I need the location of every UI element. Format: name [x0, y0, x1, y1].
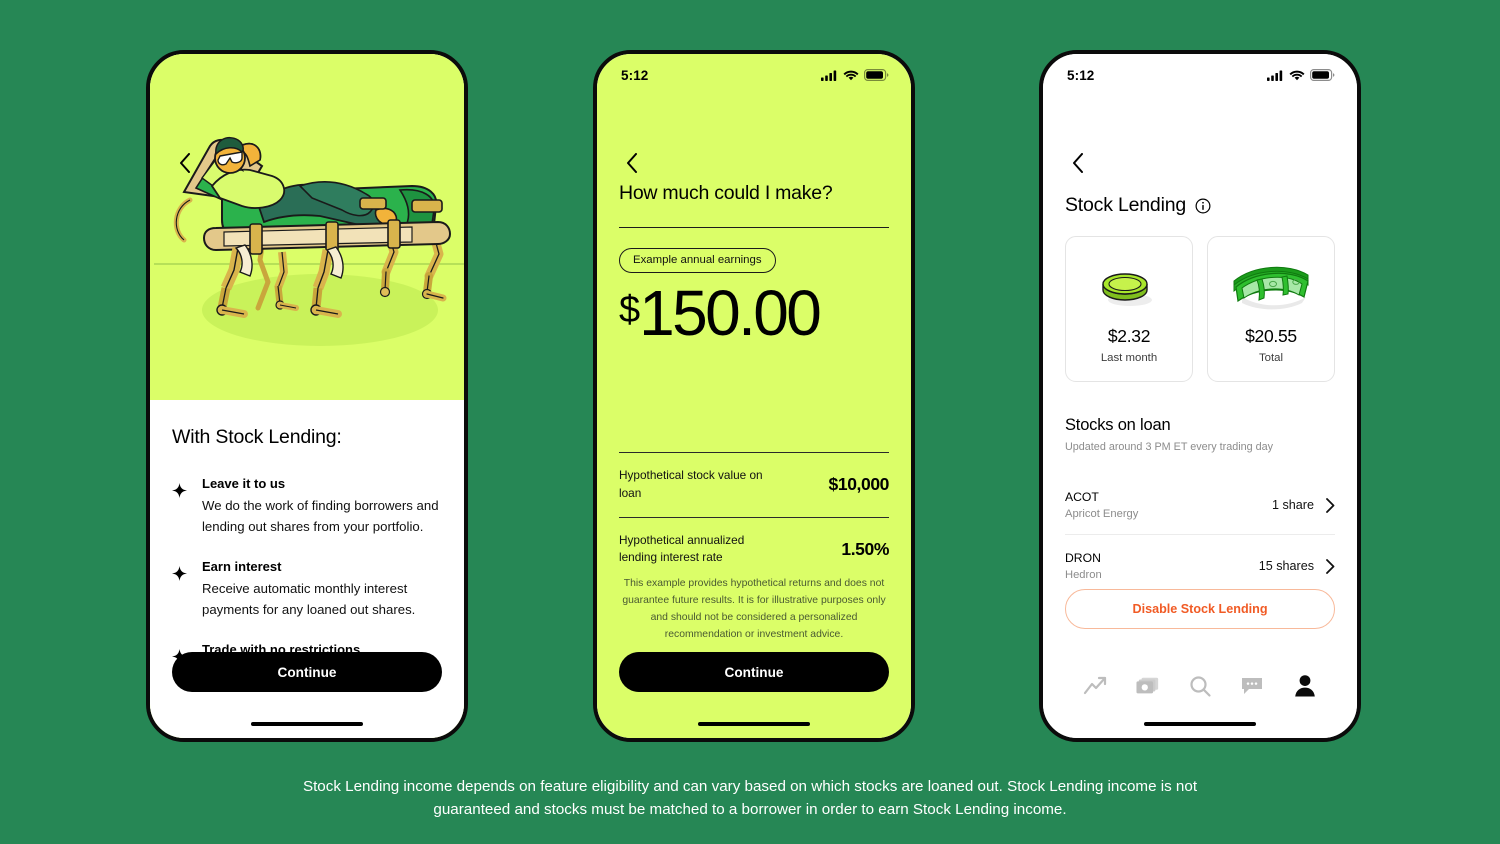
tab-cash[interactable]	[1133, 671, 1163, 701]
earnings-cards: $2.32 Last month $20.55 Total	[1065, 236, 1335, 382]
stock-lending-dashboard-screen: 5:12 Stock Lending $2.32 Last month $20.…	[1043, 54, 1357, 738]
continue-button[interactable]: Continue	[619, 652, 889, 692]
table-row: Hypothetical annualized lending interest…	[619, 518, 889, 581]
row-value: 1.50%	[841, 538, 889, 559]
cash-icon	[1136, 677, 1158, 694]
stock-company: Apricot Energy	[1065, 508, 1139, 520]
status-bar-time: 5:12	[621, 67, 649, 83]
benefit-text: We do the work of finding borrowers and …	[202, 497, 439, 534]
card-value: $20.55	[1245, 326, 1297, 346]
wifi-icon	[843, 70, 859, 80]
assumption-rows: Hypothetical stock value on loan $10,000…	[619, 452, 889, 581]
row-label: Hypothetical stock value on loan	[619, 468, 763, 500]
chart-line-icon	[1084, 676, 1107, 695]
amount-value: 150.00	[639, 277, 822, 350]
page-title: Stock Lending	[1065, 194, 1186, 216]
status-bar: 5:12	[597, 54, 911, 88]
page-title: How much could I make?	[619, 182, 833, 204]
chat-bubble-icon	[1242, 678, 1263, 694]
chevron-left-icon	[1073, 153, 1083, 173]
earnings-estimate-screen: 5:12 How much could I make? Example annu…	[597, 54, 911, 738]
disable-stock-lending-button[interactable]: Disable Stock Lending	[1065, 589, 1335, 629]
battery-icon	[1310, 69, 1335, 81]
chevron-left-icon	[180, 153, 190, 173]
back-button[interactable]	[172, 150, 198, 176]
home-indicator	[1144, 721, 1256, 726]
phone-mockup-intro: 5:12	[146, 50, 468, 742]
card-caption: Total	[1258, 352, 1284, 364]
status-bar-icons	[1267, 69, 1335, 81]
hero-illustration-panel	[150, 54, 464, 400]
back-button[interactable]	[1065, 150, 1091, 176]
chevron-left-icon	[627, 153, 637, 173]
phone-mockup-earnings: 5:12 How much could I make? Example annu…	[593, 50, 915, 742]
dashboard-header: Stock Lending	[1065, 194, 1211, 217]
phone-mockup-dashboard: 5:12 Stock Lending $2.32 Last month $20.…	[1039, 50, 1361, 742]
back-button[interactable]	[619, 150, 645, 176]
status-bar-time: 5:12	[1067, 67, 1095, 83]
wifi-icon	[1289, 70, 1305, 80]
status-bar-icons	[821, 69, 889, 81]
benefit-text: Receive automatic monthly interest payme…	[202, 580, 416, 618]
stock-symbol: DRON	[1065, 551, 1101, 565]
row-value: $10,000	[828, 474, 890, 495]
sparkle-icon	[172, 475, 188, 537]
home-indicator	[698, 721, 810, 726]
stocks-on-loan-header: Stocks on loan Updated around 3 PM ET ev…	[1065, 416, 1335, 453]
currency-symbol: $	[619, 289, 640, 332]
share-quantity: 15 shares	[1258, 559, 1314, 573]
screenshot-stage: 5:12	[0, 0, 1500, 844]
chevron-right-icon	[1326, 558, 1335, 574]
cash-stack-icon	[1228, 254, 1314, 316]
section-title: Stocks on loan	[1065, 416, 1171, 434]
tab-notifications[interactable]	[1237, 671, 1267, 701]
sparkle-icon	[172, 558, 188, 620]
section-subtitle: Updated around 3 PM ET every trading day	[1065, 441, 1274, 453]
earnings-amount: $ 150.00	[619, 277, 889, 350]
row-trailing: 15 shares	[1258, 558, 1335, 574]
bottom-tab-bar	[1043, 664, 1357, 708]
battery-icon	[864, 69, 889, 81]
search-icon	[1190, 676, 1211, 697]
example-annual-earnings-chip: Example annual earnings	[619, 248, 776, 274]
benefit-heading: Earn interest	[202, 559, 282, 575]
coin-icon	[1097, 254, 1161, 316]
card-value: $2.32	[1107, 326, 1151, 346]
tab-investing[interactable]	[1080, 671, 1110, 701]
list-item: Leave it to us We do the work of finding…	[172, 475, 442, 537]
share-quantity: 1 share	[1271, 498, 1314, 512]
chevron-right-icon	[1326, 497, 1335, 513]
table-row: Hypothetical stock value on loan $10,000	[619, 453, 889, 516]
stock-symbol: ACOT	[1065, 490, 1099, 504]
footer-disclaimer: Stock Lending income depends on feature …	[302, 778, 1198, 818]
page-title: With Stock Lending:	[172, 426, 342, 448]
home-indicator	[251, 721, 363, 726]
earnings-card-total[interactable]: $20.55 Total	[1207, 236, 1335, 382]
card-caption: Last month	[1100, 352, 1158, 364]
cellular-signal-icon	[821, 70, 837, 81]
stocks-on-loan-list: ACOT Apricot Energy 1 share DRON Hedron …	[1065, 474, 1335, 595]
row-label: Hypothetical annualized lending interest…	[619, 532, 745, 565]
info-circle-icon[interactable]	[1195, 198, 1211, 214]
status-bar: 5:12	[1043, 54, 1357, 88]
tab-search[interactable]	[1185, 671, 1215, 701]
continue-button[interactable]: Continue	[172, 652, 442, 692]
table-row[interactable]: ACOT Apricot Energy 1 share	[1065, 474, 1335, 534]
table-row[interactable]: DRON Hedron 15 shares	[1065, 535, 1335, 595]
cellular-signal-icon	[1267, 70, 1283, 81]
earnings-card-last-month[interactable]: $2.32 Last month	[1065, 236, 1193, 382]
row-trailing: 1 share	[1271, 497, 1335, 513]
list-item: Earn interest Receive automatic monthly …	[172, 558, 442, 620]
person-lounging-on-robotic-walking-chaise-illustration	[154, 136, 464, 346]
stock-company: Hedron	[1065, 569, 1102, 581]
disclaimer-text: This example provides hypothetical retur…	[622, 578, 886, 640]
person-icon	[1294, 675, 1315, 697]
benefit-heading: Leave it to us	[202, 476, 286, 491]
stock-lending-intro-screen: 5:12	[150, 54, 464, 738]
tab-account[interactable]	[1290, 671, 1320, 701]
earnings-header: How much could I make? Example annual ea…	[619, 182, 889, 347]
